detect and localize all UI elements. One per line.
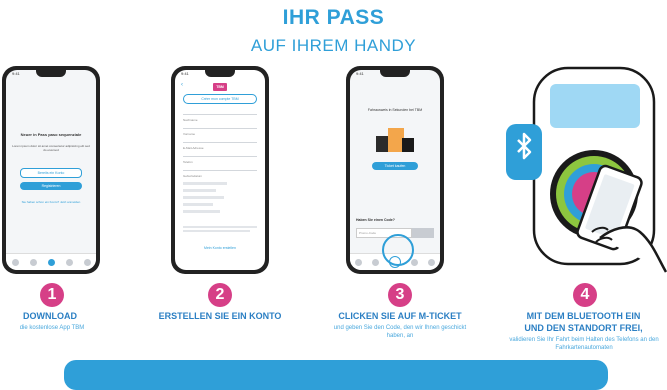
onboarding-body: Lorem ipsum dolor sit amet consectetur a… [12,144,90,152]
validator-screen [550,84,640,128]
tab-account-icon[interactable] [47,258,55,266]
status-time: 9:41 [356,71,364,76]
step-title-4a: MIT DEM BLUETOOTH EIN [526,311,641,321]
step-desc-1: die kostenlose App TBM [19,325,85,331]
phone-field[interactable]: Telefon [183,150,257,164]
code-label: Haben Sie einen Code? [356,218,395,222]
tab-more-icon[interactable] [83,258,91,266]
create-account-link[interactable]: Mein Konto erstellen [183,246,257,250]
phone-mockup-3: 9:41 Fahrausweis in Sekunden bei TBM Tic… [346,66,444,274]
step-desc-4: validieren Sie Ihr Fahrt beim Halten des… [509,337,659,351]
birthdate-field[interactable]: Geburtsdatum [183,164,257,178]
step-desc-3: und geben Sie den Code, den wir Ihnen ge… [333,325,467,339]
tab-map-icon[interactable] [29,258,37,266]
register-button[interactable]: Registrieren [20,182,82,190]
shopping-bags-icon [376,126,414,152]
validator-illustration [506,66,667,273]
phone-notch [36,70,66,77]
step-number-4: 4 [573,283,597,307]
phone-screen-1: 9:41 Neuer in Pass paso sequenziale Lore… [6,70,96,270]
checkbox-list [183,178,257,218]
step-number-2: 2 [208,283,232,307]
step-title-4b: UND DEN STANDORT FREI, [524,323,643,333]
page-title: IHR PASS [282,6,385,29]
email-field[interactable]: E-Mail-Adresse [183,136,257,150]
form-title: Créer mon compte TBM [183,94,257,104]
step-number-3: 3 [388,283,412,307]
tab-ticket-icon[interactable] [65,258,73,266]
tab-home-icon[interactable] [11,258,19,266]
back-chevron-icon[interactable]: ‹ [181,82,183,88]
status-time: 9:41 [12,71,20,76]
firstname-field[interactable]: Vorname [183,122,257,136]
bottom-banner [64,360,608,390]
tab-account-icon[interactable] [411,258,418,266]
phone-screen-2: 9:41 ‹ TBM Créer mon compte TBM Nachname… [175,70,265,270]
lastname-field[interactable]: Nachname [183,108,257,122]
ticket-heading: Fahrausweis in Sekunden bei TBM [367,108,423,112]
page-subtitle: AUF IHREM HANDY [250,36,417,55]
login-link[interactable]: Sie haben schon ein Konto? Jetzt anmelde… [12,200,90,204]
phone-mockup-2: 9:41 ‹ TBM Créer mon compte TBM Nachname… [171,66,269,274]
status-time: 9:41 [181,71,189,76]
buy-ticket-button[interactable]: Ticket kaufen [372,162,418,170]
phone-notch [205,70,235,77]
step-title-1: DOWNLOAD [23,311,77,321]
tab-home-icon[interactable] [355,258,362,266]
step-number-1: 1 [40,283,64,307]
highlight-circle [382,234,414,266]
step-title-2: ERSTELLEN SIE EIN KONTO [158,311,282,321]
code-submit-button[interactable] [412,228,434,238]
terms-text [183,224,257,236]
onboarding-heading: Neuer in Pass paso sequenziale [20,132,82,137]
step-title-3: CLICKEN SIE AUF M-TICKET [338,311,462,321]
tab-map-icon[interactable] [372,258,379,266]
tab-more-icon[interactable] [428,258,435,266]
phone-mockup-1: 9:41 Neuer in Pass paso sequenziale Lore… [2,66,100,274]
tbm-logo: TBM [213,83,227,91]
existing-account-button[interactable]: Bereits ein Konto [20,168,82,178]
phone-notch [380,70,410,77]
tab-bar [6,253,96,270]
